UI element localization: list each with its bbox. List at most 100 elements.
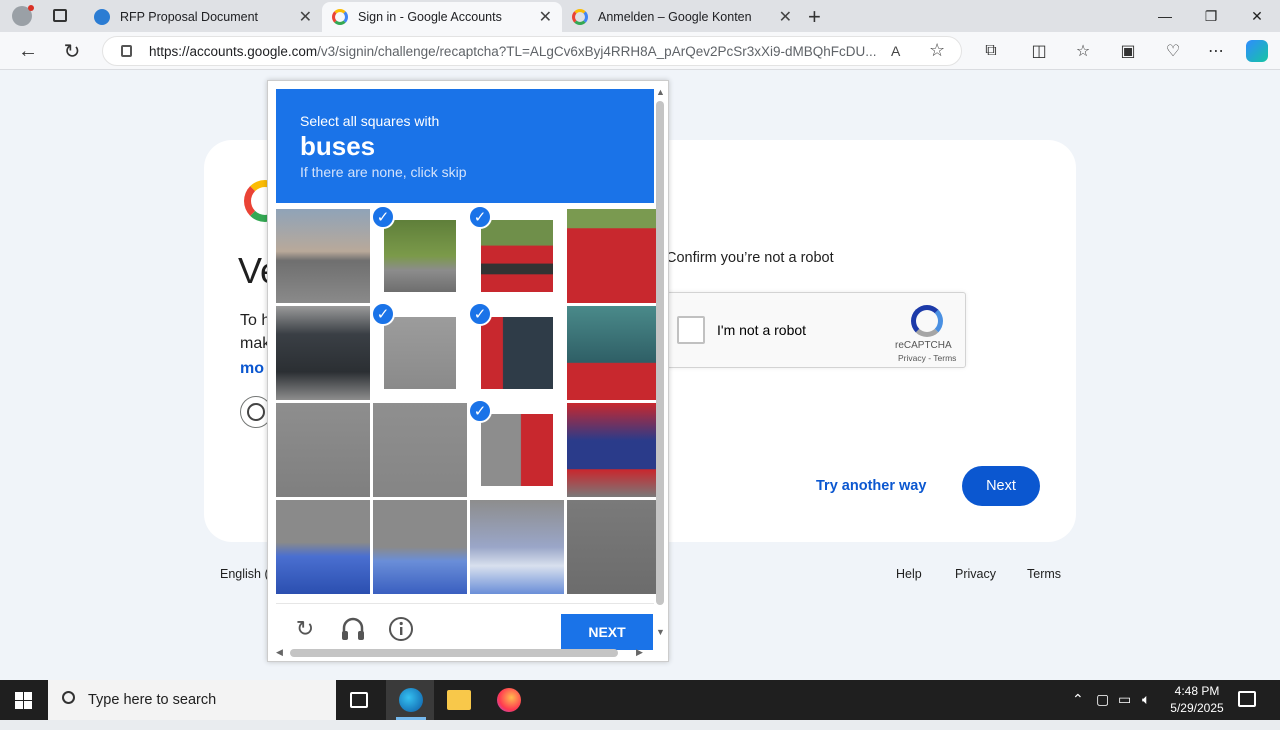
tile-image (481, 220, 553, 292)
scroll-right-icon[interactable]: ▶ (636, 647, 643, 658)
edge-icon[interactable] (399, 688, 423, 712)
search-icon (62, 691, 75, 704)
recaptcha-label: I'm not a robot (717, 322, 807, 338)
favorite-star-icon[interactable]: ☆ (929, 40, 945, 61)
tab-google-konten[interactable]: Anmelden – Google Konten ✕ (562, 2, 802, 32)
volume-icon[interactable]: 🔈︎ (1142, 691, 1150, 708)
challenge-tile[interactable] (276, 500, 370, 594)
tile-image (481, 414, 553, 486)
tile-image (481, 317, 553, 389)
challenge-hint: If there are none, click skip (300, 164, 467, 180)
new-tab-icon[interactable]: + (808, 4, 821, 30)
challenge-tile[interactable] (373, 500, 467, 594)
selected-check-icon: ✓ (371, 205, 395, 229)
taskbar-search-box[interactable]: Type here to search (48, 680, 336, 720)
back-icon[interactable]: ← (17, 40, 39, 62)
lock-icon[interactable] (121, 45, 132, 57)
tile-image (384, 317, 456, 389)
tile-image (276, 403, 370, 497)
tab-title: Anmelden – Google Konten (598, 10, 752, 24)
clock-time[interactable]: 4:48 PM (1172, 684, 1222, 698)
recaptcha-widget: I'm not a robot reCAPTCHA Privacy - Term… (664, 292, 966, 368)
tile-image (373, 500, 467, 594)
split-screen-icon[interactable]: ◫ (1028, 40, 1050, 62)
firefox-icon[interactable] (497, 688, 521, 712)
windows-start-icon[interactable] (15, 692, 32, 709)
browser-toolbar: ← ↻ https://accounts.google.com/v3/signi… (0, 32, 1280, 70)
audio-challenge-icon[interactable] (340, 616, 366, 642)
recaptcha-challenge-dialog: Select all squares with buses If there a… (267, 80, 669, 662)
description-line: mak (240, 335, 271, 352)
scroll-up-icon[interactable]: ▲ (656, 87, 665, 97)
challenge-target: buses (300, 131, 376, 161)
challenge-image-grid: ✓ ✓ ✓ ✓ ✓ (276, 205, 661, 595)
google-icon (332, 9, 348, 25)
show-hidden-icons-icon[interactable]: ⌃ (1072, 691, 1084, 708)
language-selector[interactable]: English ( (220, 567, 269, 581)
close-icon[interactable]: ✕ (539, 7, 552, 27)
collections-icon[interactable]: ▣ (1117, 40, 1139, 62)
learn-more-link[interactable]: mo (240, 360, 264, 378)
challenge-tile[interactable] (567, 403, 661, 497)
next-button[interactable]: Next (962, 466, 1040, 506)
challenge-tile[interactable] (276, 209, 370, 303)
challenge-instruction: Select all squares with (300, 113, 440, 129)
challenge-tile[interactable] (567, 500, 661, 594)
more-menu-icon[interactable]: ⋯ (1205, 40, 1227, 62)
network-icon[interactable]: ▭ (1118, 691, 1131, 708)
refresh-icon[interactable]: ↻ (61, 40, 83, 63)
url-text[interactable]: https://accounts.google.com/v3/signin/ch… (149, 44, 889, 59)
security-icon[interactable]: ▢ (1096, 691, 1109, 708)
scroll-down-icon[interactable]: ▼ (656, 627, 665, 637)
challenge-tile[interactable] (567, 306, 661, 400)
close-window-icon[interactable]: ✕ (1234, 0, 1280, 32)
scroll-left-icon[interactable]: ◀ (276, 647, 283, 658)
favorites-icon[interactable]: ☆ (1072, 40, 1094, 62)
tile-image (373, 403, 467, 497)
tab-actions-icon[interactable] (53, 9, 67, 22)
tile-image (276, 209, 370, 303)
account-icon (247, 403, 265, 421)
reload-icon[interactable]: ↻ (292, 616, 318, 642)
close-icon[interactable]: ✕ (779, 7, 792, 27)
recaptcha-checkbox[interactable] (677, 316, 705, 344)
tab-rfp-proposal[interactable]: RFP Proposal Document ✕ (84, 2, 322, 32)
tab-google-signin[interactable]: Sign in - Google Accounts ✕ (322, 2, 562, 32)
info-icon[interactable] (388, 616, 414, 642)
read-aloud-icon[interactable]: A (891, 43, 900, 59)
minimize-icon[interactable]: — (1142, 0, 1188, 32)
tile-image (567, 403, 661, 497)
challenge-tile[interactable] (373, 403, 467, 497)
horizontal-scrollbar[interactable] (290, 649, 618, 657)
vertical-scrollbar[interactable] (656, 101, 664, 605)
copilot-icon[interactable] (1246, 40, 1268, 62)
tile-image (384, 220, 456, 292)
confirm-robot-label: Confirm you’re not a robot (666, 250, 834, 266)
recaptcha-logo-icon (911, 305, 943, 337)
recaptcha-privacy-terms-link[interactable]: Privacy - Terms (898, 353, 956, 363)
profile-notification-dot (28, 5, 34, 11)
restore-icon[interactable]: ❐ (1188, 0, 1234, 32)
tile-image (470, 500, 564, 594)
description-line: To h (240, 312, 271, 329)
challenge-tile[interactable] (276, 403, 370, 497)
notifications-icon[interactable] (1238, 691, 1256, 707)
address-bar[interactable]: https://accounts.google.com/v3/signin/ch… (102, 36, 962, 66)
browser-essentials-icon[interactable]: ♡ (1162, 40, 1184, 62)
close-icon[interactable]: ✕ (299, 7, 312, 27)
file-explorer-icon[interactable] (447, 690, 471, 710)
privacy-link[interactable]: Privacy (955, 567, 996, 581)
clock-date[interactable]: 5/29/2025 (1166, 701, 1228, 715)
challenge-tile[interactable] (567, 209, 661, 303)
selected-check-icon: ✓ (468, 302, 492, 326)
challenge-next-button[interactable]: NEXT (561, 614, 653, 650)
edge-page-icon (94, 9, 110, 25)
help-link[interactable]: Help (896, 567, 922, 581)
challenge-tile[interactable] (470, 500, 564, 594)
tile-image (276, 306, 370, 400)
extensions-icon[interactable]: ⧉ (980, 40, 1002, 62)
try-another-way-button[interactable]: Try another way (816, 478, 926, 494)
task-view-icon[interactable] (350, 692, 368, 708)
terms-link[interactable]: Terms (1027, 567, 1061, 581)
challenge-tile[interactable] (276, 306, 370, 400)
